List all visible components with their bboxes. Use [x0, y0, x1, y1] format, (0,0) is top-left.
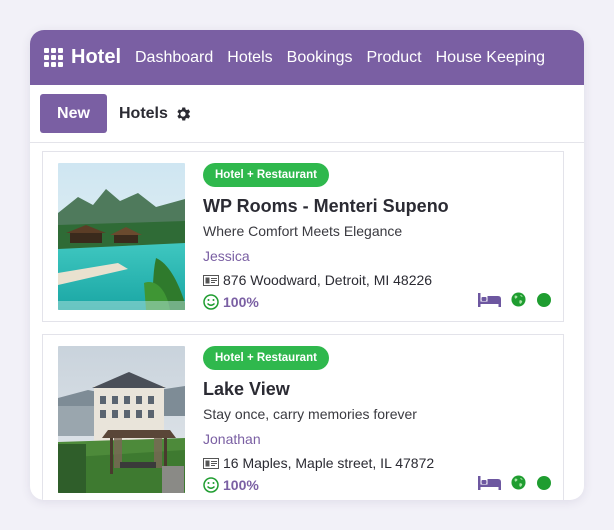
globe-icon[interactable]	[511, 475, 526, 490]
rating-value: 100%	[223, 294, 259, 310]
nav-bookings[interactable]: Bookings	[287, 49, 353, 67]
hotel-tagline: Where Comfort Meets Elegance	[203, 223, 403, 239]
hotel-card[interactable]: Hotel + Restaurant WP Rooms - Menteri Su…	[42, 151, 564, 322]
hotel-title[interactable]: WP Rooms - Menteri Supeno	[203, 196, 551, 217]
hotel-manager: Jessica	[203, 248, 250, 264]
id-card-icon	[203, 457, 219, 469]
address-text: 876 Woodward, Detroit, MI 48226	[223, 272, 433, 288]
card-icons	[478, 292, 551, 307]
hotel-image[interactable]	[58, 346, 185, 493]
card-icons	[478, 475, 551, 490]
hotel-tagline: Stay once, carry memories forever	[203, 406, 417, 422]
id-card-icon	[203, 274, 219, 286]
new-button[interactable]: New	[40, 94, 107, 133]
card-body: Hotel + Restaurant WP Rooms - Menteri Su…	[203, 163, 551, 310]
navbar: Hotel Dashboard Hotels Bookings Product …	[30, 30, 584, 85]
bed-icon	[478, 475, 501, 490]
card-body: Hotel + Restaurant Lake View Stay once, …	[203, 346, 551, 493]
bed-icon	[478, 292, 501, 307]
control-panel: New Hotels	[30, 85, 584, 143]
hotel-title[interactable]: Lake View	[203, 379, 551, 400]
breadcrumb-current: Hotels	[119, 104, 168, 122]
hotel-card[interactable]: Hotel + Restaurant Lake View Stay once, …	[42, 334, 564, 500]
address-text: 16 Maples, Maple street, IL 47872	[223, 455, 435, 471]
hotel-image[interactable]	[58, 163, 185, 310]
nav-hotels[interactable]: Hotels	[227, 49, 272, 67]
apps-icon[interactable]	[44, 48, 63, 67]
app-brand[interactable]: Hotel	[71, 46, 121, 69]
gear-icon[interactable]	[174, 105, 192, 123]
globe-icon[interactable]	[511, 292, 526, 307]
hotel-address: 876 Woodward, Detroit, MI 48226	[203, 272, 551, 288]
nav-dashboard[interactable]: Dashboard	[135, 49, 213, 67]
status-dot	[537, 475, 551, 490]
smile-icon	[203, 294, 219, 310]
rating-value: 100%	[223, 477, 259, 493]
hotel-manager: Jonathan	[203, 431, 261, 447]
breadcrumb: Hotels	[119, 105, 192, 123]
category-tag: Hotel + Restaurant	[203, 163, 329, 187]
smile-icon	[203, 477, 219, 493]
nav-product[interactable]: Product	[366, 49, 421, 67]
category-tag: Hotel + Restaurant	[203, 346, 329, 370]
app-window: Hotel Dashboard Hotels Bookings Product …	[30, 30, 584, 500]
status-dot	[537, 292, 551, 307]
nav-house-keeping[interactable]: House Keeping	[436, 49, 545, 67]
hotel-address: 16 Maples, Maple street, IL 47872	[203, 455, 551, 471]
